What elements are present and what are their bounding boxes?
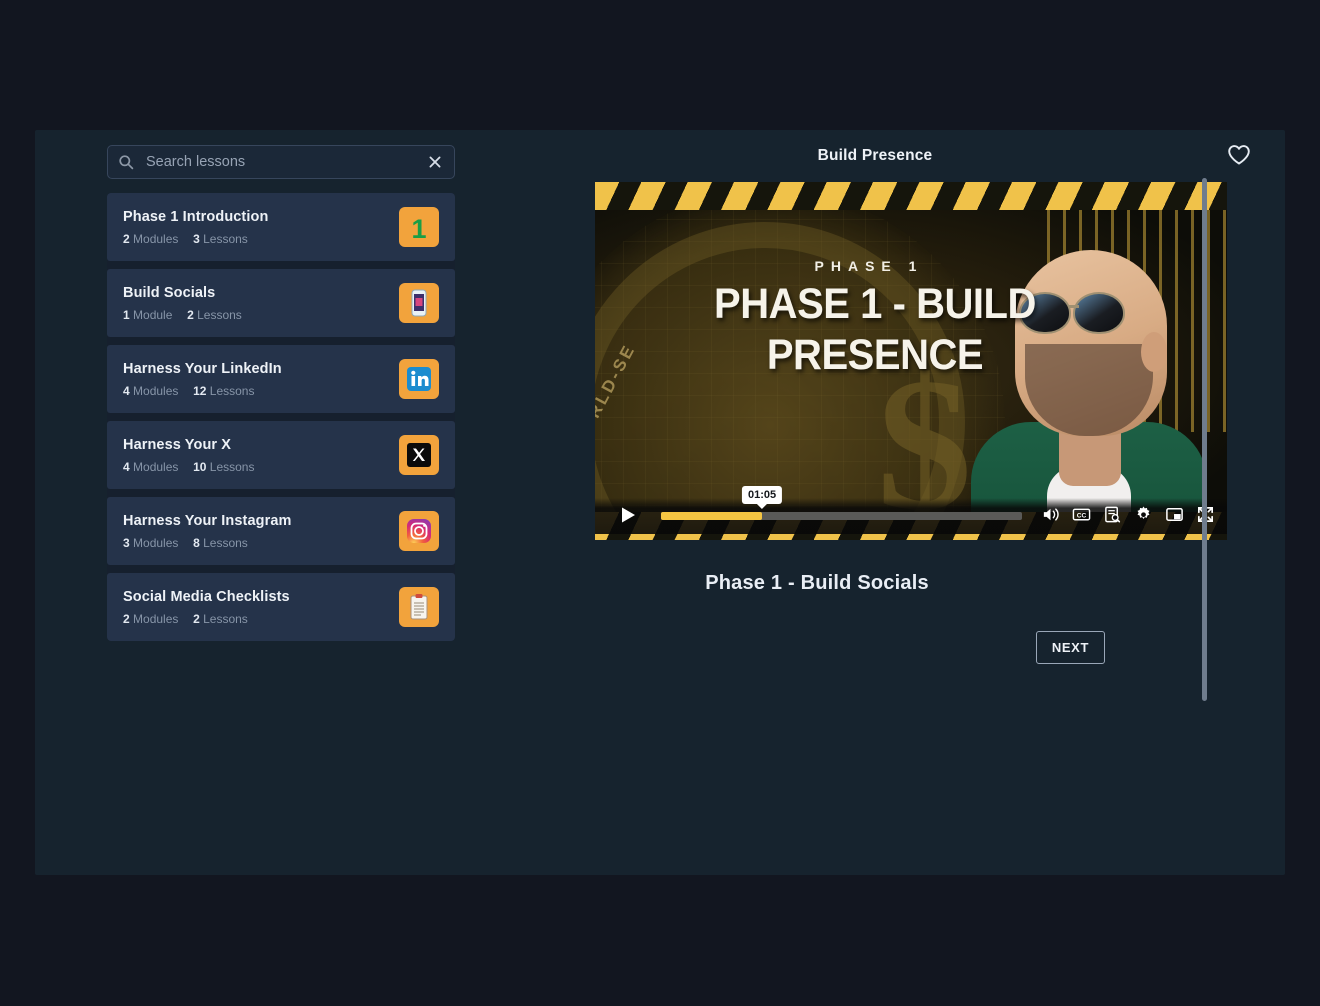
search-input[interactable] bbox=[134, 154, 426, 170]
lesson-item-text: Harness Your Instagram 3 Modules 8 Lesso… bbox=[123, 513, 399, 549]
captions-icon: CC bbox=[1072, 505, 1091, 527]
module-label: Module bbox=[133, 308, 173, 323]
lesson-item-title: Harness Your LinkedIn bbox=[123, 360, 282, 377]
transcript-search-icon bbox=[1103, 505, 1122, 527]
lesson-item-title: Harness Your X bbox=[123, 436, 232, 453]
lesson-item-text: Build Socials 1 Module 2 Lessons bbox=[123, 285, 399, 321]
linkedin-icon bbox=[399, 359, 439, 399]
lesson-item-title: Harness Your Instagram bbox=[123, 512, 292, 529]
lesson-item-text: Harness Your X 4 Modules 10 Lessons bbox=[123, 437, 399, 473]
lesson-item-meta: 2 Modules 3 Lessons bbox=[123, 233, 399, 245]
lesson-item-text: Harness Your LinkedIn 4 Modules 12 Lesso… bbox=[123, 361, 399, 397]
lesson-item-meta: 4 Modules 12 Lessons bbox=[123, 385, 399, 397]
list-item[interactable]: Build Socials 1 Module 2 Lessons bbox=[107, 269, 455, 337]
main-pane: Build Presence $ WORLD-SE PHASE 1 PHASE … bbox=[465, 130, 1285, 875]
module-count: 3 bbox=[123, 536, 130, 551]
lesson-item-title: Social Media Checklists bbox=[123, 588, 290, 605]
module-label: Modules bbox=[133, 460, 179, 475]
lesson-count: 8 bbox=[193, 536, 200, 551]
volume-button[interactable] bbox=[1040, 506, 1060, 526]
lesson-item-meta: 2 Modules 2 Lessons bbox=[123, 613, 399, 625]
list-item[interactable]: Harness Your LinkedIn 4 Modules 12 Lesso… bbox=[107, 345, 455, 413]
volume-icon bbox=[1041, 505, 1060, 527]
lesson-label: Lessons bbox=[203, 232, 248, 247]
gear-icon bbox=[1134, 505, 1153, 527]
mobile-phone-icon bbox=[399, 283, 439, 323]
lessons-sidebar: Phase 1 Introduction 2 Modules 3 Lessons… bbox=[107, 145, 455, 641]
lesson-count: 10 bbox=[193, 460, 207, 475]
current-lesson-title: Phase 1 - Build Socials bbox=[705, 572, 929, 594]
svg-text:CC: CC bbox=[1076, 513, 1086, 520]
video-control-buttons: CC bbox=[1040, 506, 1215, 526]
list-item[interactable]: Phase 1 Introduction 2 Modules 3 Lessons… bbox=[107, 193, 455, 261]
time-tooltip: 01:05 bbox=[742, 486, 783, 504]
video-player[interactable]: $ WORLD-SE PHASE 1 PHASE 1 - BUILD PRESE… bbox=[595, 182, 1227, 540]
lesson-count: 12 bbox=[193, 384, 207, 399]
lesson-label: Lessons bbox=[197, 308, 242, 323]
lesson-item-title: Phase 1 Introduction bbox=[123, 208, 269, 225]
video-kicker: PHASE 1 bbox=[814, 258, 924, 274]
lesson-label: Lessons bbox=[209, 384, 255, 399]
lesson-item-text: Social Media Checklists 2 Modules 2 Less… bbox=[123, 589, 399, 625]
lesson-label: Lessons bbox=[209, 460, 255, 475]
page-title: Build Presence bbox=[817, 147, 933, 164]
module-label: Modules bbox=[133, 536, 179, 551]
heart-icon bbox=[1227, 144, 1251, 169]
lesson-item-meta: 1 Module 2 Lessons bbox=[123, 309, 399, 321]
main-header: Build Presence bbox=[465, 130, 1285, 182]
lesson-label: Lessons bbox=[203, 612, 248, 627]
module-label: Modules bbox=[133, 612, 179, 627]
module-count: 1 bbox=[123, 308, 130, 323]
progress-fill bbox=[661, 512, 763, 520]
module-label: Modules bbox=[133, 384, 179, 399]
transcript-button[interactable] bbox=[1102, 506, 1122, 526]
svg-text:1: 1 bbox=[411, 214, 426, 244]
module-label: Modules bbox=[133, 232, 179, 247]
lesson-item-meta: 3 Modules 8 Lessons bbox=[123, 537, 399, 549]
hazard-stripe-top bbox=[595, 182, 1227, 210]
clear-search-button[interactable] bbox=[426, 153, 444, 171]
number-one-icon: 1 bbox=[399, 207, 439, 247]
next-button[interactable]: NEXT bbox=[1035, 631, 1105, 664]
lesson-label: Lessons bbox=[203, 536, 248, 551]
search-bar[interactable] bbox=[107, 145, 455, 179]
module-count: 2 bbox=[123, 232, 130, 247]
video-title-overlay: PHASE 1 PHASE 1 - BUILD PRESENCE bbox=[595, 258, 1227, 377]
module-count: 4 bbox=[123, 460, 130, 475]
instagram-icon bbox=[399, 511, 439, 551]
list-item[interactable]: Social Media Checklists 2 Modules 2 Less… bbox=[107, 573, 455, 641]
clipboard-icon bbox=[399, 587, 439, 627]
lesson-item-meta: 4 Modules 10 Lessons bbox=[123, 461, 399, 473]
video-controls: 01:05 CC bbox=[595, 486, 1227, 534]
lesson-count: 2 bbox=[187, 308, 194, 323]
lesson-count: 2 bbox=[193, 612, 200, 627]
captions-button[interactable]: CC bbox=[1071, 506, 1091, 526]
lesson-item-text: Phase 1 Introduction 2 Modules 3 Lessons bbox=[123, 209, 399, 245]
lesson-list: Phase 1 Introduction 2 Modules 3 Lessons… bbox=[107, 193, 455, 641]
picture-in-picture-button[interactable] bbox=[1164, 506, 1184, 526]
progress-bar[interactable]: 01:05 bbox=[661, 486, 1022, 520]
navigation-row: NEXT bbox=[465, 631, 1195, 664]
course-player-window: Phase 1 Introduction 2 Modules 3 Lessons… bbox=[35, 130, 1285, 875]
video-headline-line1: PHASE 1 - BUILD bbox=[714, 280, 1036, 328]
favorite-button[interactable] bbox=[1226, 143, 1252, 169]
list-item[interactable]: Harness Your Instagram 3 Modules 8 Lesso… bbox=[107, 497, 455, 565]
list-item[interactable]: Harness Your X 4 Modules 10 Lessons bbox=[107, 421, 455, 489]
video-headline-line2: PRESENCE bbox=[766, 331, 984, 380]
picture-in-picture-icon bbox=[1165, 505, 1184, 527]
x-twitter-icon bbox=[399, 435, 439, 475]
vertical-scrollbar[interactable] bbox=[1202, 178, 1207, 701]
lesson-item-title: Build Socials bbox=[123, 284, 216, 301]
content-scroll-area: $ WORLD-SE PHASE 1 PHASE 1 - BUILD PRESE… bbox=[465, 182, 1285, 664]
module-count: 4 bbox=[123, 384, 130, 399]
play-icon bbox=[618, 505, 638, 528]
lesson-count: 3 bbox=[193, 232, 200, 247]
module-count: 2 bbox=[123, 612, 130, 627]
close-icon bbox=[428, 155, 442, 169]
search-icon bbox=[118, 154, 134, 170]
settings-button[interactable] bbox=[1133, 506, 1153, 526]
play-button[interactable] bbox=[617, 505, 639, 527]
